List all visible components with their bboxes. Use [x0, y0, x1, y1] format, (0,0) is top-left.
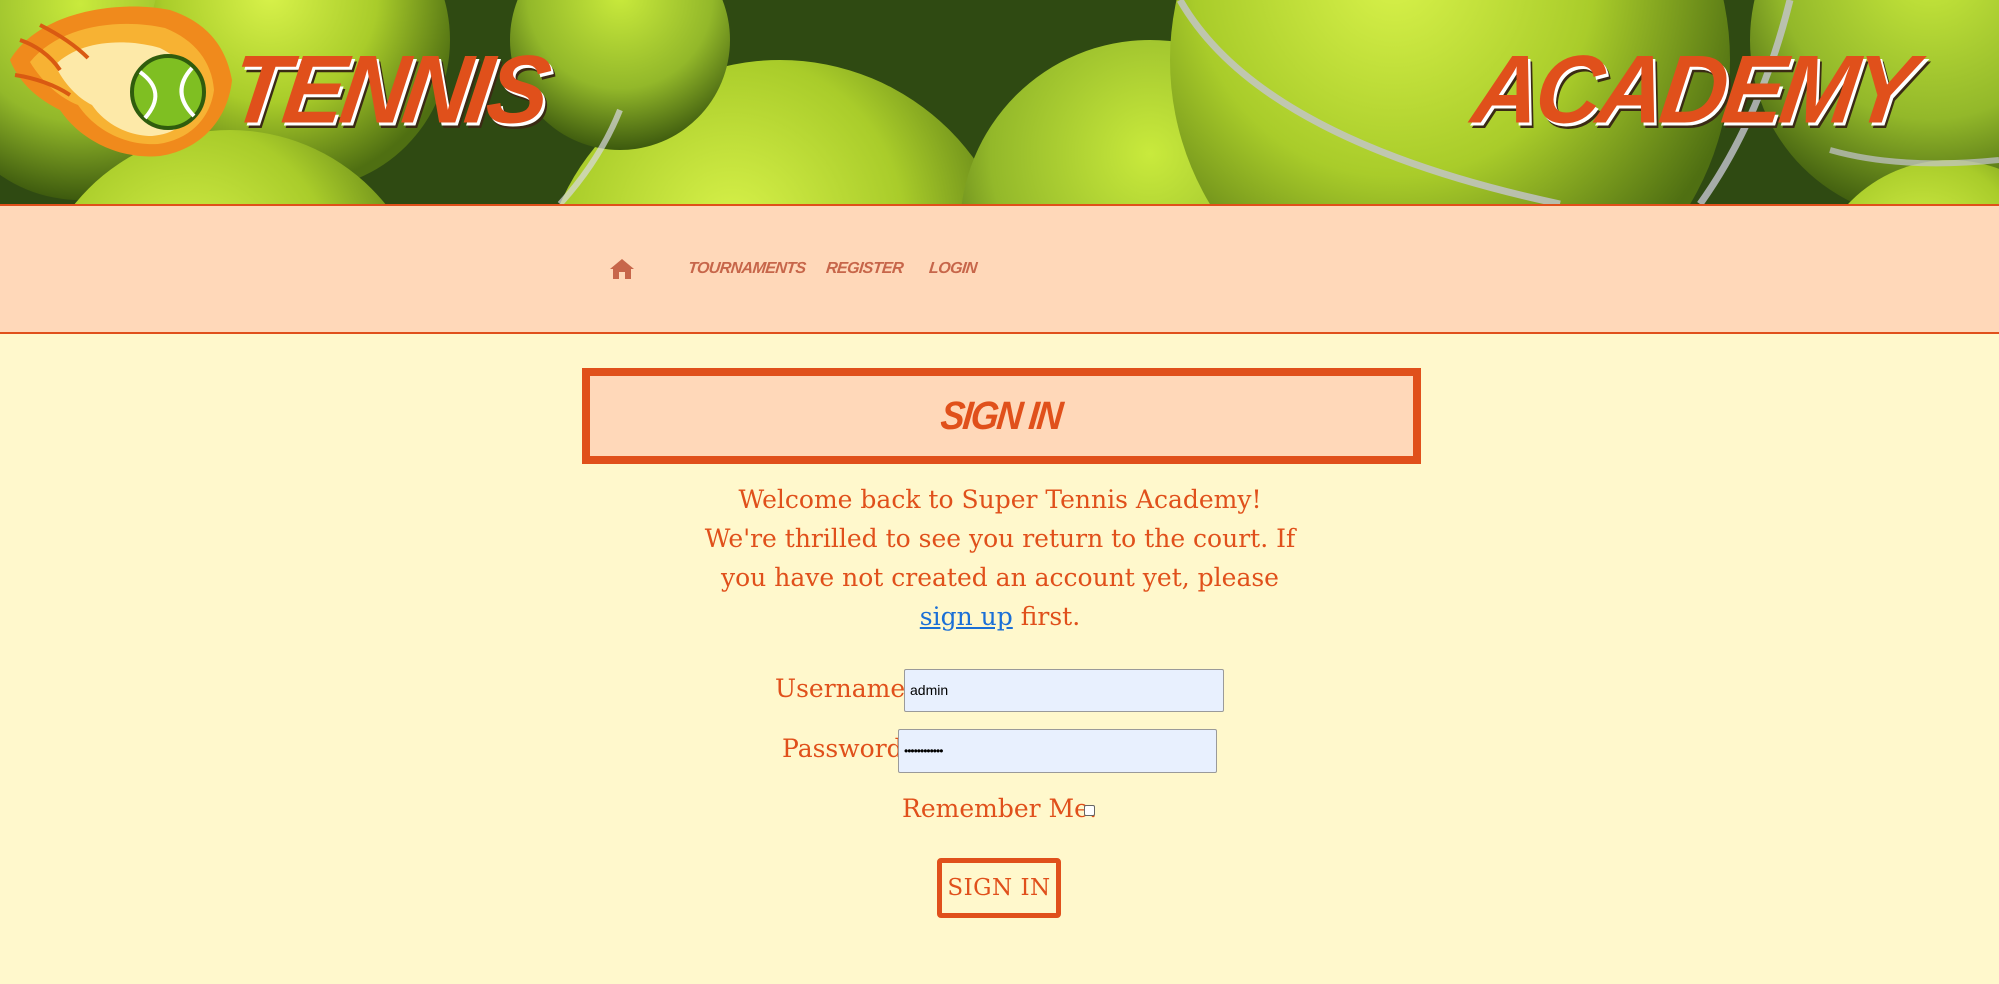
main-nav: TOURNAMENTS REGISTER LOGIN: [0, 206, 1999, 334]
flaming-tennis-ball-logo: [10, 6, 232, 157]
brand-academy: ACADEMY: [1466, 36, 1919, 144]
page-title: SIGN IN: [939, 392, 1064, 438]
page-title-box: SIGN IN: [582, 368, 1421, 464]
password-value: ••••••••••••: [904, 744, 943, 758]
brand-tennis: TENNIS: [224, 36, 553, 144]
username-label: Username:: [775, 674, 914, 703]
header-banner: TENNIS ACADEMY: [0, 0, 1999, 206]
password-label: Password:: [782, 734, 912, 763]
nav-item-login[interactable]: LOGIN: [928, 260, 977, 278]
password-input[interactable]: ••••••••••••: [898, 729, 1217, 773]
home-icon[interactable]: [609, 258, 635, 280]
nav-item-register[interactable]: REGISTER: [825, 260, 904, 278]
welcome-message: Welcome back to Super Tennis Academy! We…: [700, 480, 1300, 636]
welcome-text: Welcome back to Super Tennis Academy! We…: [704, 485, 1296, 592]
signup-link[interactable]: sign up: [920, 602, 1013, 631]
remember-me-checkbox[interactable]: [1084, 805, 1095, 816]
remember-me-label: Remember Me:: [902, 794, 1098, 823]
welcome-suffix: first.: [1012, 602, 1081, 631]
username-input[interactable]: admin: [904, 669, 1224, 712]
nav-item-tournaments[interactable]: TOURNAMENTS: [687, 260, 806, 278]
sign-in-button[interactable]: SIGN IN: [937, 858, 1061, 918]
